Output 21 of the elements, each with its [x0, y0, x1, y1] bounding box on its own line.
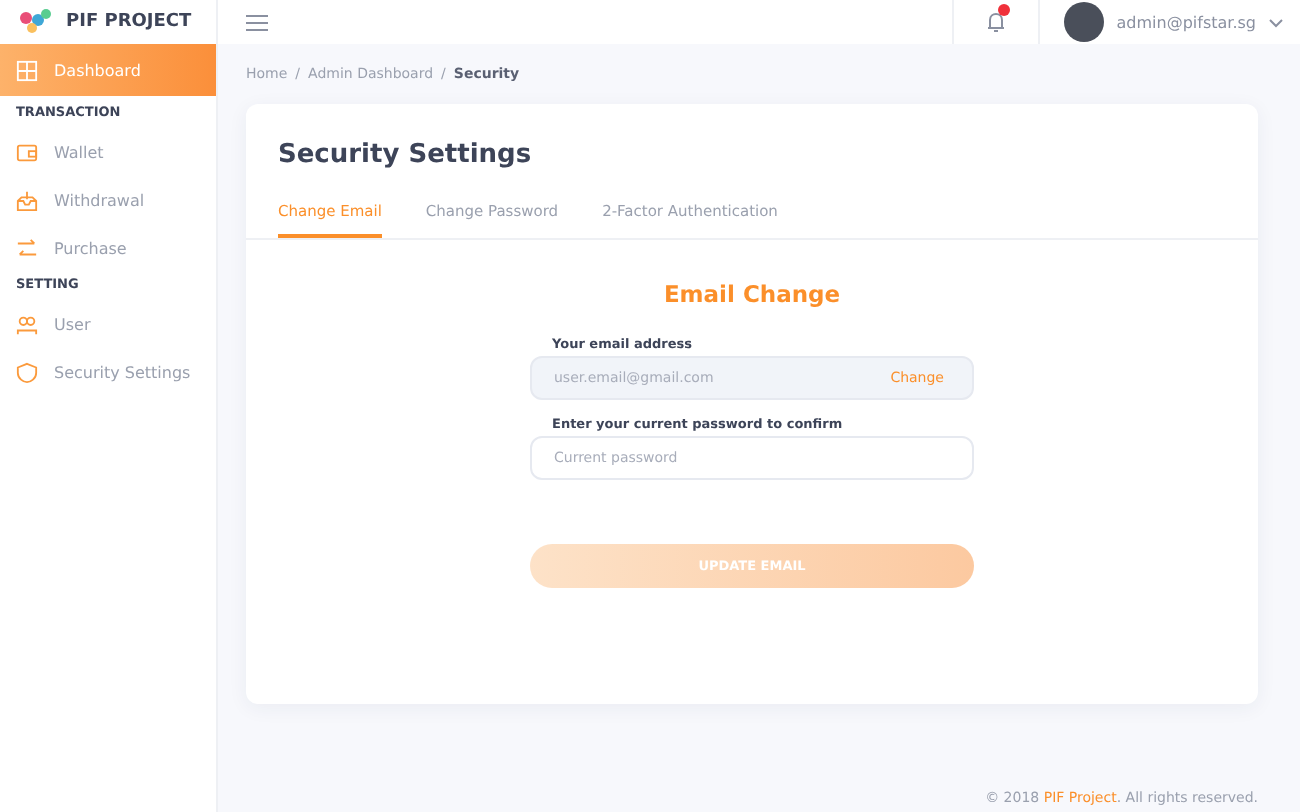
sidebar-item[interactable]: Withdrawal	[0, 176, 216, 224]
shield-icon	[16, 361, 38, 383]
sidebar-item[interactable]: Security Settings	[0, 348, 216, 396]
chevron-down-icon[interactable]	[1268, 17, 1284, 27]
arrows-icon	[16, 237, 38, 259]
bell-icon[interactable]	[984, 10, 1009, 34]
grid-icon	[16, 59, 38, 81]
card-title: Security Settings	[276, 138, 534, 172]
sidebar-item[interactable]: Purchase	[0, 224, 216, 272]
sidebar-item[interactable]: User	[0, 300, 216, 348]
menu-icon[interactable]	[246, 13, 268, 31]
logo-icon	[16, 8, 56, 36]
users-icon	[16, 313, 38, 335]
sidebar-item[interactable]: Wallet	[0, 128, 216, 176]
form-title: Email Change	[661, 280, 843, 308]
sidebar-item[interactable]: Dashboard	[0, 44, 216, 96]
wallet-icon	[16, 141, 38, 163]
user-email[interactable]: admin@pifstar.sg	[1116, 13, 1256, 31]
inbox-icon	[16, 189, 38, 211]
avatar[interactable]	[1064, 2, 1105, 42]
brand-name: PIF PROJECT	[66, 12, 192, 32]
